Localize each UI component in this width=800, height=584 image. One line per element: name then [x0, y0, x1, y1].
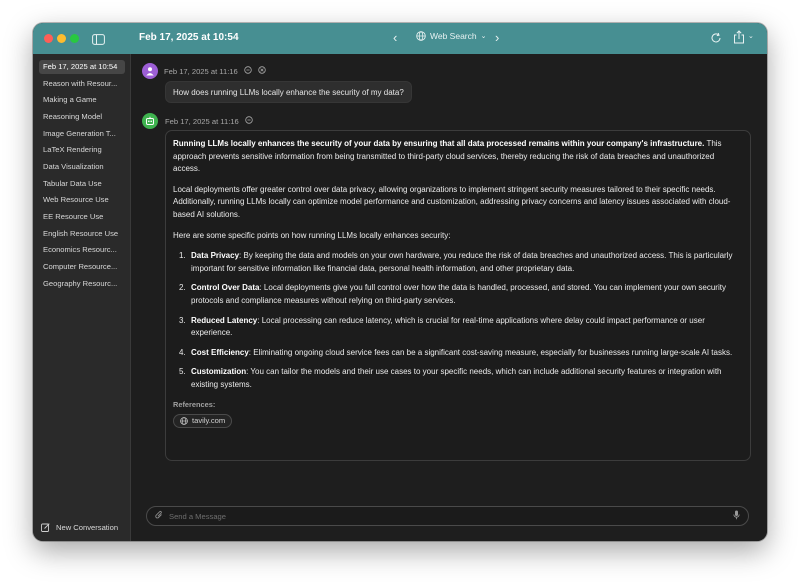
sidebar-item-web-resource-use[interactable]: Web Resource Use — [39, 193, 125, 207]
delete-message-icon[interactable] — [258, 66, 266, 76]
assistant-timestamp: Feb 17, 2025 at 11:16 — [165, 116, 239, 126]
answer-bold-lead: Running LLMs locally enhances the securi… — [173, 139, 705, 148]
sidebar-item-reasoning-model[interactable]: Reasoning Model — [39, 110, 125, 124]
chat-area: Feb 17, 2025 at 11:16 How does running L… — [131, 54, 767, 541]
sidebar-item-reason-with-resources[interactable]: Reason with Resour... — [39, 77, 125, 91]
list-item-title: Control Over Data — [191, 283, 260, 293]
list-item-text: : Local deployments give you full contro… — [191, 283, 726, 305]
answer-paragraph-2: Local deployments offer greater control … — [173, 184, 731, 219]
paperclip-icon[interactable] — [155, 507, 163, 525]
reference-chip[interactable]: tavily.com — [173, 414, 233, 429]
microphone-icon[interactable] — [733, 507, 740, 525]
list-item-text: : Local processing can reduce latency, w… — [191, 315, 705, 338]
sidebar-item-data-visualization[interactable]: Data Visualization — [39, 160, 125, 174]
minimize-window-button[interactable] — [57, 34, 66, 43]
share-chevron-icon[interactable]: ⌄ — [748, 32, 754, 40]
new-conversation-button[interactable]: New Conversation — [41, 523, 118, 532]
sidebar-item-geography-resource[interactable]: Geography Resourc... — [39, 277, 125, 291]
references-label: References: — [173, 399, 216, 409]
answer-paragraph-3: Here are some specific points on how run… — [173, 230, 451, 240]
message-input-bar — [146, 506, 749, 526]
assistant-message-card: Running LLMs locally enhances the securi… — [165, 130, 751, 461]
sidebar-item-english-resource-use[interactable]: English Resource Use — [39, 227, 125, 241]
user-message-meta: Feb 17, 2025 at 11:16 — [164, 66, 266, 76]
compose-icon — [41, 523, 50, 532]
list-number: 2. — [179, 283, 186, 293]
user-message-bubble: How does running LLMs locally enhance th… — [165, 81, 412, 103]
list-item: 3. Reduced Latency: Local processing can … — [173, 315, 741, 340]
list-item-text: : You can tailor the models and their us… — [191, 367, 722, 389]
user-timestamp: Feb 17, 2025 at 11:16 — [164, 66, 238, 76]
list-item: 5. Customization: You can tailor the mode… — [173, 366, 741, 391]
list-item-title: Cost Efficiency — [191, 347, 249, 357]
forward-arrow-icon[interactable]: › — [495, 30, 499, 45]
globe-icon — [416, 31, 426, 41]
sidebar: Feb 17, 2025 at 10:54 Reason with Resour… — [33, 54, 131, 541]
sidebar-item-economics-resource[interactable]: Economics Resourc... — [39, 243, 125, 257]
reference-link: tavily.com — [192, 415, 226, 425]
message-input[interactable] — [169, 511, 733, 521]
list-item-text: : By keeping the data and models on your… — [191, 251, 733, 273]
robot-icon — [146, 116, 154, 125]
web-search-dropdown[interactable]: Web Search ⌄ — [416, 31, 487, 41]
answer-points-list: 1. Data Privacy: By keeping the data and … — [173, 250, 741, 391]
close-window-button[interactable] — [44, 34, 53, 43]
answer-paragraph-1: Running LLMs locally enhances the securi… — [173, 138, 741, 176]
sidebar-item-tabular-data-use[interactable]: Tabular Data Use — [39, 177, 125, 191]
assistant-message-meta: Feb 17, 2025 at 11:16 — [165, 116, 253, 126]
list-item-text: : Eliminating ongoing cloud service fees… — [248, 347, 733, 357]
web-search-label: Web Search — [430, 31, 477, 41]
list-item: 1. Data Privacy: By keeping the data and … — [173, 250, 741, 275]
person-icon — [146, 67, 154, 76]
list-number: 3. — [179, 315, 186, 325]
sidebar-item-ee-resource-use[interactable]: EE Resource Use — [39, 210, 125, 224]
titlebar: Feb 17, 2025 at 10:54 ‹ Web Search ⌄ › ⌄ — [33, 23, 767, 54]
edit-message-icon[interactable] — [244, 66, 252, 76]
sidebar-toggle-icon[interactable] — [92, 32, 105, 45]
copy-message-icon[interactable] — [245, 116, 253, 126]
list-number: 1. — [179, 251, 186, 261]
user-avatar — [142, 63, 158, 79]
share-icon[interactable] — [733, 30, 745, 49]
app-window: Feb 17, 2025 at 10:54 ‹ Web Search ⌄ › ⌄… — [33, 23, 767, 541]
zoom-window-button[interactable] — [70, 34, 79, 43]
list-item: 2. Control Over Data: Local deployments g… — [173, 282, 741, 307]
refresh-icon[interactable] — [710, 31, 722, 49]
new-conversation-label: New Conversation — [56, 523, 119, 532]
sidebar-item-current[interactable]: Feb 17, 2025 at 10:54 — [39, 60, 125, 74]
list-item-title: Customization — [191, 367, 247, 377]
assistant-avatar — [142, 113, 158, 129]
sidebar-item-computer-resource[interactable]: Computer Resource... — [39, 260, 125, 274]
window-title: Feb 17, 2025 at 10:54 — [139, 32, 239, 43]
sidebar-item-latex-rendering[interactable]: LaTeX Rendering — [39, 143, 125, 157]
list-number: 4. — [179, 347, 186, 357]
list-number: 5. — [179, 367, 186, 377]
list-item-title: Reduced Latency — [191, 315, 258, 325]
sidebar-item-making-a-game[interactable]: Making a Game — [39, 93, 125, 107]
sidebar-item-image-generation[interactable]: Image Generation T... — [39, 127, 125, 141]
globe-icon — [180, 417, 188, 425]
chevron-down-icon: ⌄ — [480, 33, 487, 40]
list-item: 4. Cost Efficiency: Eliminating ongoing c… — [173, 347, 741, 360]
back-arrow-icon[interactable]: ‹ — [393, 30, 397, 45]
list-item-title: Data Privacy — [191, 251, 240, 261]
